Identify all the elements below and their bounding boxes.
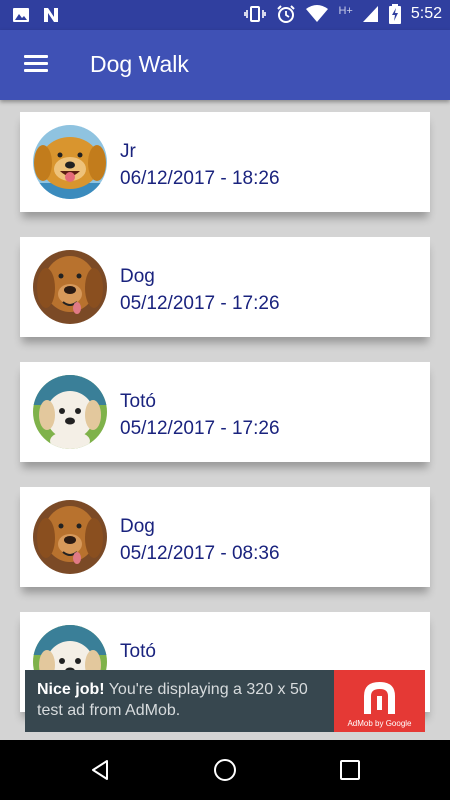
clock: 5:52 [410,5,442,22]
vibrate-icon [244,6,267,22]
wifi-icon [306,5,329,22]
walk-datetime: 05/12/2017 - 08:36 [120,543,280,564]
n-notification-icon [44,8,58,22]
signal-icon [362,6,378,22]
walk-datetime: 05/12/2017 - 17:26 [120,418,280,439]
dog-avatar-golden [33,125,107,199]
ad-brand: AdMob by Google [347,719,412,728]
dog-avatar-labrador [33,500,107,574]
app-bar: Dog Walk [0,30,450,100]
home-icon[interactable] [213,758,237,782]
dog-name: Totó [120,641,156,662]
image-icon [13,8,29,22]
page-title: Dog Walk [90,51,189,77]
ad-banner[interactable]: Nice job! You're displaying a 320 x 50 t… [25,670,425,732]
dog-name: Totó [120,391,156,412]
dog-name: Jr [120,141,136,162]
walk-datetime: 06/12/2017 - 18:26 [120,168,280,189]
walk-list[interactable]: Jr 06/12/2017 - 18:26 Dog 05/12/2017 - 1… [0,100,450,740]
list-item[interactable]: Jr 06/12/2017 - 18:26 [20,112,430,212]
list-item[interactable]: Dog 05/12/2017 - 08:36 [20,487,430,587]
network-type: H+ [338,5,353,17]
status-bar: H+ 5:52 [0,0,450,30]
battery-charging-icon [388,4,401,24]
walk-datetime: 05/12/2017 - 17:26 [120,293,280,314]
back-icon[interactable] [88,758,112,782]
ad-headline: Nice job! [37,681,105,698]
list-item[interactable]: Totó 05/12/2017 - 17:26 [20,362,430,462]
dog-name: Dog [120,266,155,287]
ad-message: Nice job! You're displaying a 320 x 50 t… [37,679,337,721]
navigation-bar [0,740,450,800]
alarm-icon [277,5,296,23]
dog-name: Dog [120,516,155,537]
list-item[interactable]: Dog 05/12/2017 - 17:26 [20,237,430,337]
dog-avatar-puppy [33,375,107,449]
recents-icon[interactable] [338,758,362,782]
hamburger-icon[interactable] [24,55,48,75]
dog-avatar-labrador [33,250,107,324]
admob-logo: AdMob by Google [334,670,425,732]
